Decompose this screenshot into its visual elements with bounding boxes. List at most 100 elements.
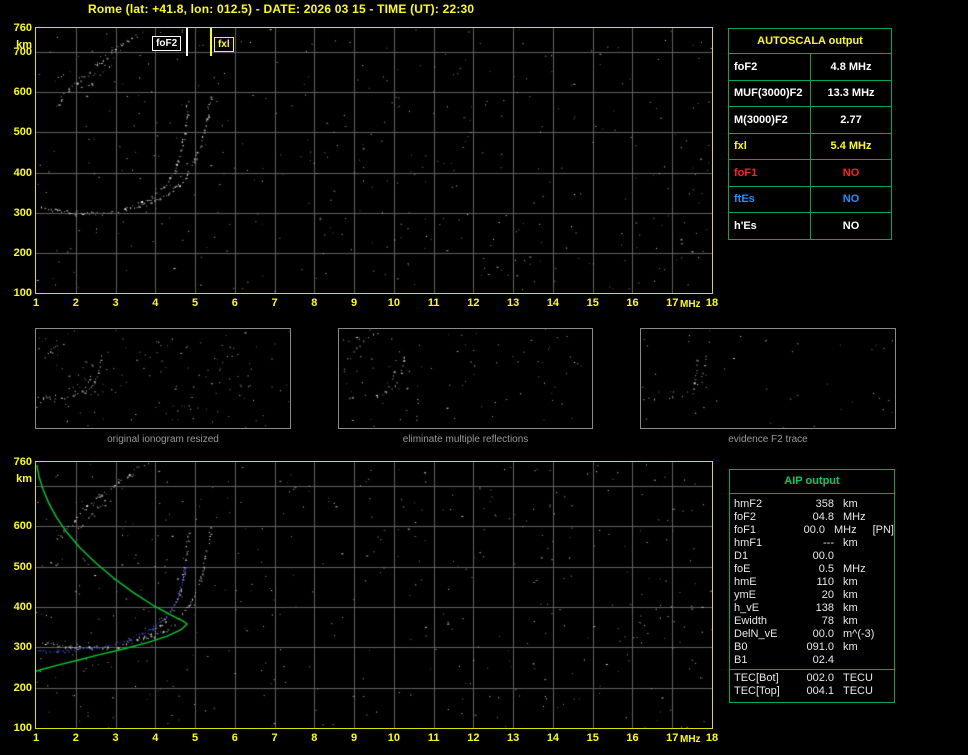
y-tick-400: 400 (13, 601, 32, 614)
aip-label: DelN_vE (734, 628, 778, 640)
autoscala-row-value: 13.3 MHz (827, 87, 875, 100)
autoscala-row-value: 4.8 MHz (830, 60, 872, 73)
autoscala-row-value: 5.4 MHz (830, 140, 872, 153)
x-tick-3: 3 (112, 732, 119, 744)
autoscala-output-rows: foF2 4.8 MHz MUF(3000)F2 13.3 MHz M(3000)F2 2… (729, 54, 891, 239)
aip-row-delnve: DelN_vE 00.0 m^(-3) (730, 628, 894, 641)
x-tick-2: 2 (72, 732, 79, 744)
autoscala-row-value: NO (842, 166, 860, 179)
aip-value: 004.1 (806, 685, 834, 697)
aip-row-ewidth: Ewidth 78 km (730, 615, 894, 628)
bottom-ionogram-canvas (36, 462, 712, 728)
aip-row-d1: D1 00.0 (730, 550, 894, 563)
x-tick-12: 12 (467, 297, 480, 309)
aip-value: 138 (815, 602, 834, 614)
autoscala-row-m3000f2: M(3000)F2 2.77 (729, 107, 891, 134)
aip-row-b1: B1 02.4 (730, 654, 894, 667)
x-tick-6: 6 (231, 732, 238, 744)
autoscala-row-label: foF2 (729, 54, 811, 80)
aip-unit: km (843, 576, 858, 588)
aip-label: D1 (734, 550, 749, 562)
aip-output-rows: hmF2 358 km foF2 04.8 MHz foF1 00.0 MHz [PN] hmF1-… (730, 498, 894, 698)
x-tick-11: 11 (427, 297, 440, 309)
aip-value: --- (823, 537, 834, 549)
bottom-ionogram-panel (35, 461, 713, 729)
aip-label: hmF1 (734, 537, 763, 549)
x-tick-16: 16 (626, 297, 639, 309)
top-ionogram-panel (35, 27, 713, 294)
aip-row-b0: B0 091.0 km (730, 641, 894, 654)
aip-label: foF2 (734, 511, 757, 523)
x-tick-8: 8 (311, 732, 318, 744)
aip-unit (834, 654, 881, 667)
aip-unit: MHz (843, 563, 866, 575)
aip-row-hve: h_vE 138 km (730, 602, 894, 615)
y-tick-500: 500 (13, 126, 32, 139)
aip-row-foe: foE 0.5 MHz (730, 563, 894, 576)
x-tick-18: 18 (705, 297, 719, 309)
autoscala-row-label: MUF(3000)F2 (729, 80, 811, 106)
x-tick-5: 5 (191, 297, 199, 309)
x-axis-unit: MHz (680, 299, 701, 310)
aip-row-tectop: TEC[Top] 004.1 TECU (730, 685, 894, 698)
x-tick-15: 15 (586, 297, 599, 309)
y-tick-200: 200 (13, 246, 32, 259)
autoscala-row-value: NO (842, 219, 860, 232)
aip-row-hme: hmE 110 km (730, 576, 894, 589)
aip-extra: [PN] (872, 524, 894, 536)
autoscala-row-fxl: fxl 5.4 MHz (729, 133, 891, 160)
x-tick-10: 10 (387, 732, 400, 744)
autoscala-row-value: NO (842, 193, 860, 206)
y-tick-600: 600 (13, 520, 32, 533)
x-tick-2: 2 (72, 297, 79, 309)
aip-value: 0.5 (818, 563, 834, 575)
x-tick-14: 14 (546, 297, 560, 309)
thumbnail-multiple-reflections (338, 328, 593, 429)
aip-extra (881, 589, 894, 602)
x-tick-14: 14 (546, 732, 560, 744)
aip-label: B1 (734, 654, 748, 666)
aip-value: 358 (815, 498, 834, 510)
aip-output-title: AIP output (730, 470, 894, 494)
aip-extra (881, 511, 894, 524)
x-tick-12: 12 (467, 732, 480, 744)
foF2-marker-line (186, 28, 189, 56)
thumbnail-original-ionogram (35, 328, 291, 429)
x-tick-13: 13 (507, 732, 520, 744)
foF2-marker-label: foF2 (152, 36, 182, 51)
autoscala-row-fof1: foF1 NO (729, 160, 891, 187)
aip-unit: km (843, 602, 858, 614)
x-tick-8: 8 (311, 297, 318, 309)
aip-value: 00.0 (812, 628, 834, 640)
thumbnail-f2-trace (640, 328, 896, 429)
aip-value: 00.0 (803, 524, 825, 536)
caption-multiple-reflections: eliminate multiple reflections (402, 434, 529, 445)
aip-unit: km (843, 589, 858, 601)
autoscala-row-fof2: foF2 4.8 MHz (729, 54, 891, 81)
aip-unit: MHz (843, 511, 866, 523)
aip-row-fof2: foF2 04.8 MHz (730, 511, 894, 524)
aip-row-yme: ymE 20 km (730, 589, 894, 602)
x-tick-3: 3 (112, 297, 119, 309)
aip-row-hmf2: hmF2 358 km (730, 498, 894, 511)
aip-value: 110 (816, 576, 834, 588)
aip-extra (881, 628, 894, 641)
aip-label: Ewidth (734, 615, 768, 627)
x-tick-4: 4 (152, 297, 159, 309)
x-axis-unit: MHz (680, 734, 701, 745)
y-tick-300: 300 (13, 206, 32, 219)
aip-extra (881, 685, 894, 698)
aip-unit: TECU (843, 685, 873, 697)
aip-extra (881, 672, 894, 685)
aip-row-tecbot: TEC[Bot] 002.0 TECU (730, 669, 894, 685)
aip-value: 00.0 (812, 550, 834, 562)
thumbnail-original-canvas (36, 329, 290, 428)
y-tick-400: 400 (13, 166, 32, 179)
aip-label: TEC[Bot] (734, 672, 779, 684)
autoscala-row-label: h'Es (729, 213, 811, 239)
aip-value: 02.4 (812, 654, 834, 666)
x-tick-7: 7 (271, 297, 278, 309)
aip-label: TEC[Top] (734, 685, 780, 697)
y-tick-760: 760 (13, 456, 32, 468)
aip-value: 04.8 (812, 511, 834, 523)
